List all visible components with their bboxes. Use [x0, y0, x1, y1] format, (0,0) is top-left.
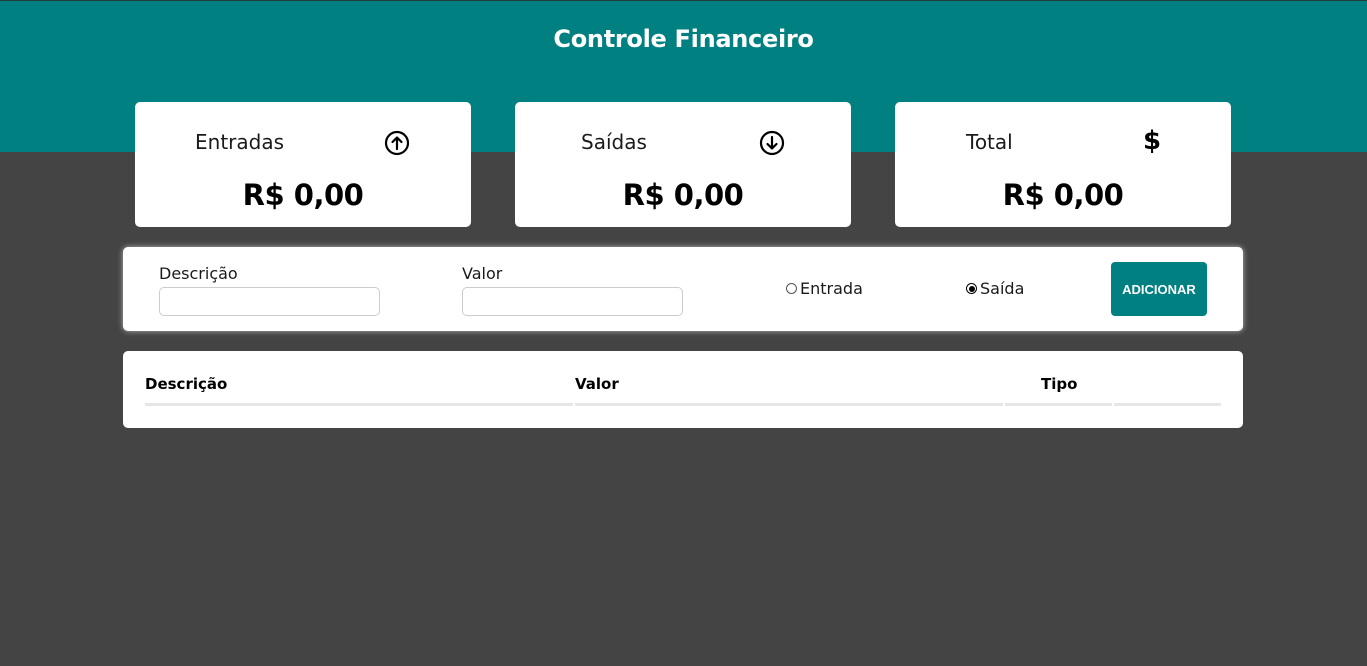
column-divider — [575, 403, 1003, 406]
column-header-descricao: Descrição — [145, 375, 228, 393]
page-title: Controle Financeiro — [553, 25, 814, 53]
radio-entrada[interactable]: Entrada — [786, 279, 863, 298]
card-total-label: Total — [966, 130, 1013, 154]
valor-input[interactable] — [462, 287, 683, 316]
column-header-tipo: Tipo — [1041, 375, 1078, 393]
arrow-down-circle-icon — [759, 130, 785, 156]
descricao-label: Descrição — [159, 264, 238, 283]
add-button[interactable]: ADICIONAR — [1111, 262, 1207, 316]
transactions-table: Descrição Valor Tipo — [123, 351, 1243, 428]
column-divider — [1005, 403, 1112, 406]
card-total-value: R$ 0,00 — [1002, 178, 1124, 212]
valor-label: Valor — [462, 264, 503, 283]
dollar-icon: $ — [1142, 126, 1162, 156]
radio-entrada-circle[interactable] — [786, 283, 797, 294]
card-saidas-value: R$ 0,00 — [622, 178, 744, 212]
radio-saida-circle[interactable] — [966, 283, 977, 294]
radio-entrada-label: Entrada — [800, 279, 863, 298]
column-divider — [145, 403, 573, 406]
card-saidas-label: Saídas — [581, 130, 647, 154]
card-entradas: Entradas R$ 0,00 — [135, 102, 471, 227]
descricao-input[interactable] — [159, 287, 380, 316]
card-saidas: Saídas R$ 0,00 — [515, 102, 851, 227]
column-header-valor: Valor — [575, 375, 619, 393]
column-divider — [1114, 403, 1221, 406]
card-total: Total $ R$ 0,00 — [895, 102, 1231, 227]
radio-saida[interactable]: Saída — [966, 279, 1024, 298]
radio-saida-label: Saída — [980, 279, 1025, 298]
card-entradas-value: R$ 0,00 — [242, 178, 364, 212]
transaction-form: Descrição Valor Entrada Saída ADICIONAR — [123, 247, 1243, 331]
card-entradas-label: Entradas — [195, 130, 285, 154]
arrow-up-circle-icon — [384, 130, 410, 156]
